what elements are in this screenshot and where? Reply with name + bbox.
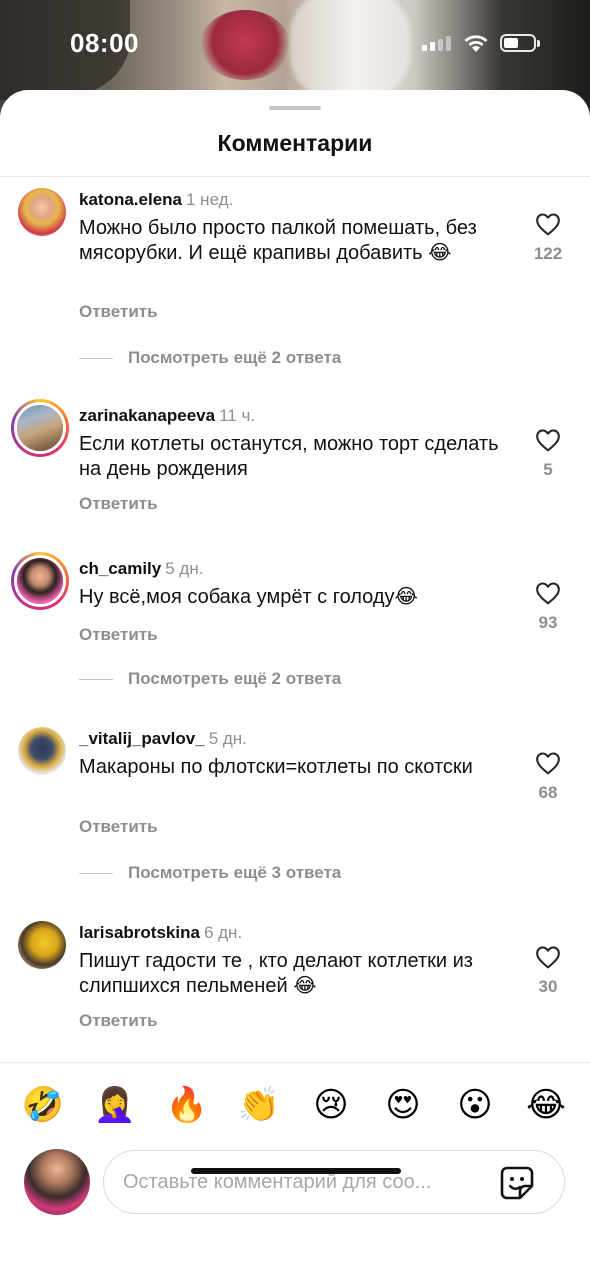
comment-time: 5 дн. (208, 729, 247, 748)
emoji-clap[interactable]: 👏 (237, 1085, 281, 1125)
like-count: 68 (538, 783, 558, 802)
comment-time: 6 дн. (203, 923, 243, 942)
comment-time: 1 нед. (186, 190, 234, 209)
comment-time: 11 ч. (219, 406, 256, 425)
emoji-fire[interactable]: 🔥 (165, 1085, 209, 1125)
avatar[interactable] (18, 727, 66, 775)
like-button[interactable]: 93 (530, 581, 566, 633)
comment-text: Ну всё,моя собака умрёт с голоду😂 (79, 586, 418, 608)
quick-emoji-bar: 🤣 🤦‍♀️ 🔥 👏 😢 😍 😮 😂 (0, 1085, 590, 1125)
emoji-heart-eyes[interactable]: 😍 (381, 1085, 425, 1125)
comment-username[interactable]: ch_camily (79, 559, 161, 578)
divider (0, 176, 590, 177)
view-more-replies-label: Посмотреть ещё 2 ответа (128, 669, 342, 688)
view-more-replies[interactable]: Посмотреть ещё 2 ответа (79, 669, 341, 689)
heart-outline-icon (536, 582, 560, 605)
reply-button[interactable]: Ответить (79, 817, 158, 837)
like-count: 93 (538, 613, 558, 632)
comment-time: 5 дн. (165, 559, 204, 578)
heart-outline-icon (536, 429, 560, 452)
reply-button[interactable]: Ответить (79, 494, 158, 514)
comment-text: Макароны по флотски=котлеты по скотски (79, 756, 473, 778)
sheet-grabber[interactable] (269, 106, 321, 110)
comments-list[interactable]: katona.elena 1 нед. Можно было просто пал… (0, 178, 590, 1062)
status-bar: 08:00 (0, 0, 590, 90)
comment-username[interactable]: katona.elena (79, 190, 182, 209)
like-count: 122 (533, 244, 563, 263)
comment-input-placeholder: Оставьте комментарий для соо... (123, 1171, 432, 1193)
sheet-title: Комментарии (217, 130, 373, 156)
view-more-replies[interactable]: Посмотреть ещё 2 ответа (79, 348, 341, 368)
reply-button[interactable]: Ответить (79, 302, 158, 322)
like-button[interactable]: 122 (530, 212, 566, 264)
comment-input[interactable]: Оставьте комментарий для соо... (103, 1150, 565, 1214)
comment-text: Можно было просто палкой помешать, без м… (79, 217, 477, 264)
view-more-replies-label: Посмотреть ещё 3 ответа (128, 863, 342, 882)
current-user-avatar (24, 1149, 90, 1215)
like-count: 30 (538, 977, 558, 996)
like-button[interactable]: 68 (530, 751, 566, 803)
avatar-story-ring[interactable] (11, 552, 69, 610)
comment-username[interactable]: larisabrotskina (79, 923, 200, 942)
like-button[interactable]: 30 (530, 945, 566, 997)
emoji-facepalm[interactable]: 🤦‍♀️ (93, 1085, 137, 1125)
status-time: 08:00 (70, 28, 139, 58)
emoji-joy[interactable]: 😂 (524, 1085, 568, 1125)
cellular-signal-icon (422, 36, 451, 51)
battery-icon (500, 34, 540, 52)
avatar-story-ring[interactable] (11, 399, 69, 457)
like-button[interactable]: 5 (530, 428, 566, 480)
like-count: 5 (543, 460, 553, 479)
reply-button[interactable]: Ответить (79, 625, 158, 645)
heart-outline-icon (536, 752, 560, 775)
home-indicator[interactable] (191, 1168, 401, 1174)
emoji-rofl[interactable]: 🤣 (21, 1085, 65, 1125)
heart-outline-icon (536, 946, 560, 969)
comment-username[interactable]: _vitalij_pavlov_ (79, 729, 205, 748)
comment-username[interactable]: zarinakanapeeva (79, 406, 215, 425)
reply-button[interactable]: Ответить (79, 1011, 158, 1031)
avatar[interactable] (18, 188, 66, 236)
avatar[interactable] (18, 921, 66, 969)
emoji-cry[interactable]: 😢 (309, 1085, 353, 1125)
view-more-replies[interactable]: Посмотреть ещё 3 ответа (79, 863, 341, 883)
emoji-wow[interactable]: 😮 (453, 1085, 497, 1125)
wifi-icon (464, 35, 488, 52)
view-more-replies-label: Посмотреть ещё 2 ответа (128, 348, 342, 367)
comments-sheet: Комментарии katona.elena 1 нед. Можно был… (0, 90, 590, 1280)
sticker-icon[interactable] (498, 1164, 536, 1202)
comment-text: Пишут гадости те , кто делают котлетки и… (79, 950, 473, 997)
comment-text: Если котлеты останутся, можно торт сдела… (79, 433, 499, 480)
heart-outline-icon (536, 213, 560, 236)
